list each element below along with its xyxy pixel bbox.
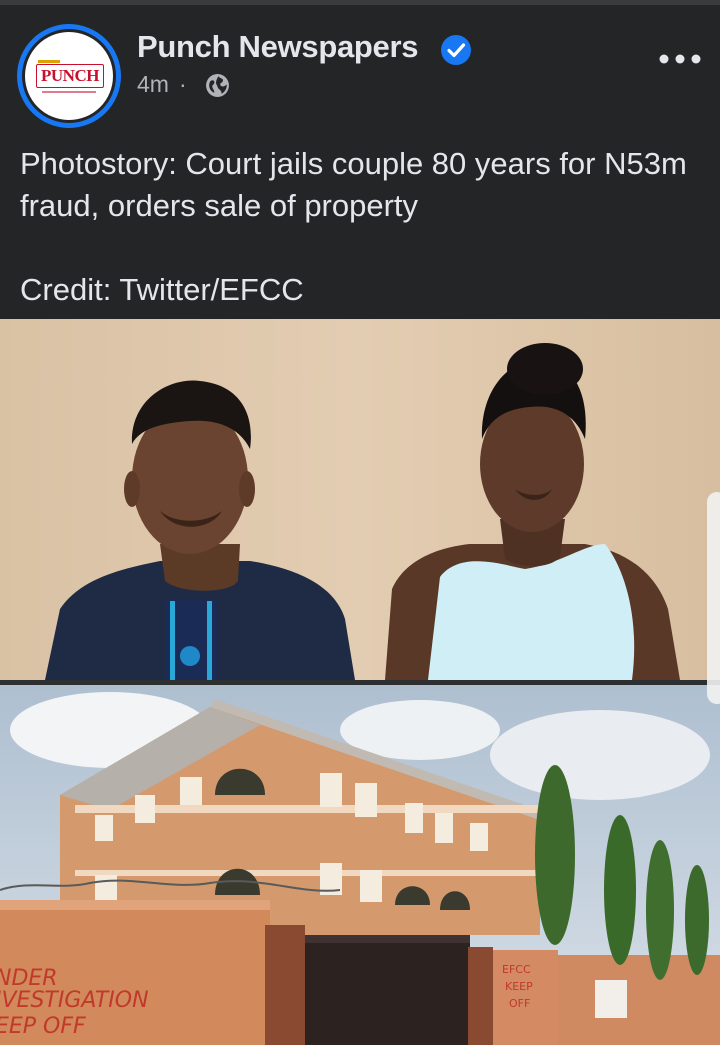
graffiti-line-3: EEP OFF	[0, 1014, 86, 1039]
page-avatar[interactable]: PUNCH	[17, 24, 121, 128]
photo-couple[interactable]	[0, 319, 720, 680]
post-credit: Credit: Twitter/EFCC	[20, 272, 304, 307]
scroll-handle[interactable]	[707, 492, 720, 704]
gate-text-1: EFCC	[502, 963, 531, 976]
gate-text-3: OFF	[509, 997, 530, 1010]
post-header: PUNCH Punch Newspapers 4m ·	[0, 5, 720, 135]
gate-text-2: KEEP	[505, 980, 533, 993]
post-text: Photostory: Court jails couple 80 years …	[20, 143, 710, 311]
graffiti-line-2: IVESTIGATION	[0, 988, 149, 1013]
post-timestamp[interactable]: 4m	[137, 71, 169, 97]
punch-logo-text: PUNCH	[36, 64, 104, 88]
globe-icon	[206, 74, 229, 97]
verified-badge-icon	[441, 35, 471, 65]
couple-photo-image	[0, 319, 720, 680]
page-name-link[interactable]: Punch Newspapers	[137, 29, 418, 65]
photo-building[interactable]: NDER IVESTIGATION EEP OFF EFCC KEEP OFF	[0, 685, 720, 1045]
punch-logo: PUNCH	[25, 32, 113, 120]
post-headline: Photostory: Court jails couple 80 years …	[20, 146, 687, 223]
meta-separator: ·	[178, 71, 187, 97]
post-meta: 4m ·	[137, 71, 197, 98]
building-photo-image: NDER IVESTIGATION EEP OFF EFCC KEEP OFF	[0, 685, 720, 1045]
more-options-icon[interactable]	[652, 41, 708, 77]
